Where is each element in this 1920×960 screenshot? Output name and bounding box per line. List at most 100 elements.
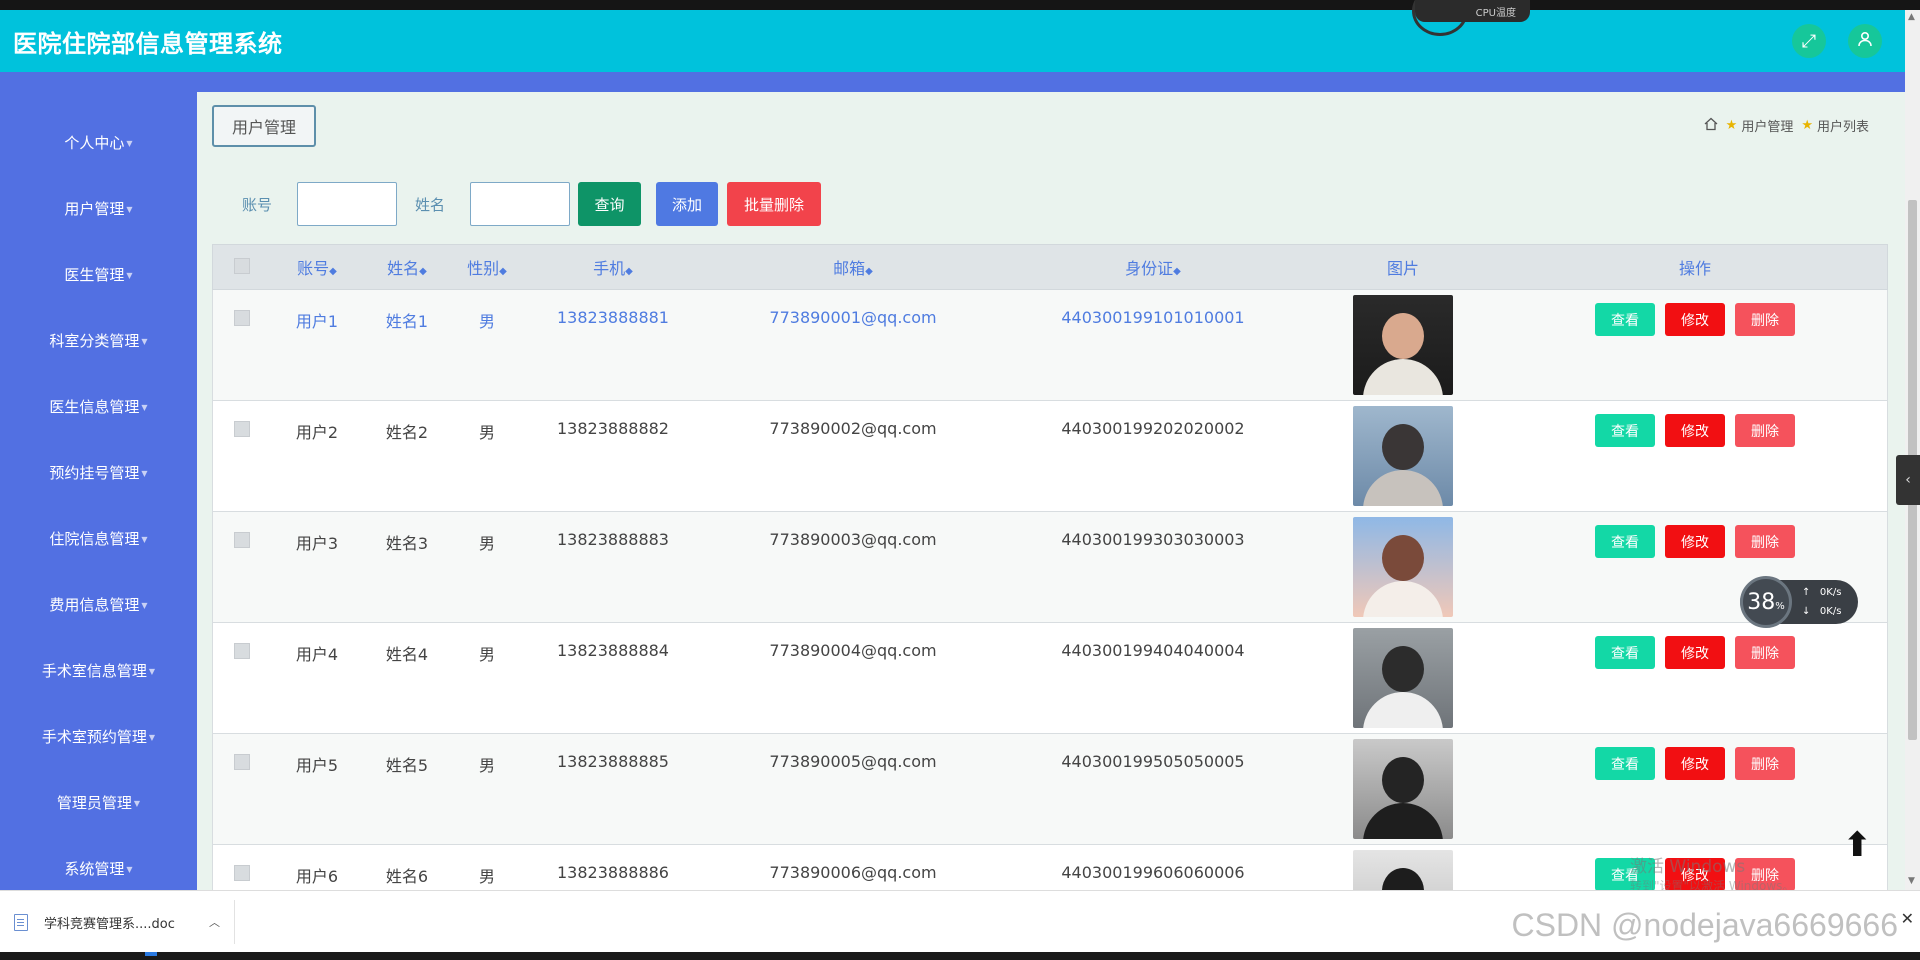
add-button[interactable]: 添加: [656, 182, 718, 226]
column-header-id-card[interactable]: 身份证◆: [1003, 255, 1303, 279]
edit-button[interactable]: 修改: [1665, 636, 1725, 669]
cell-phone: 13823888881: [557, 308, 669, 327]
view-button[interactable]: 查看: [1595, 414, 1655, 447]
column-header-account[interactable]: 账号◆: [271, 255, 363, 279]
cpu-label: CPU温度: [1475, 7, 1516, 19]
user-photo[interactable]: [1353, 850, 1453, 890]
delete-button[interactable]: 删除: [1735, 414, 1795, 447]
edit-button[interactable]: 修改: [1665, 414, 1725, 447]
cell-actions: 查看 修改 删除: [1503, 290, 1887, 336]
cell-phone: 13823888884: [557, 641, 669, 660]
home-icon[interactable]: [1704, 117, 1718, 135]
row-checkbox[interactable]: [234, 754, 250, 770]
sidebar-item[interactable]: 费用信息管理 ▼: [0, 571, 197, 637]
caret-down-icon: ▼: [141, 535, 148, 544]
scroll-up-icon[interactable]: ▲: [1908, 12, 1915, 22]
row-checkbox[interactable]: [234, 532, 250, 548]
chevron-up-icon[interactable]: ︿: [209, 914, 220, 930]
sort-icon: ◆: [419, 266, 427, 277]
cell-photo: [1303, 401, 1503, 506]
row-checkbox-cell: [213, 401, 271, 441]
batch-delete-button[interactable]: 批量删除: [727, 182, 821, 226]
name-input[interactable]: [470, 182, 570, 226]
sidebar-item[interactable]: 管理员管理 ▼: [0, 769, 197, 835]
user-photo[interactable]: [1353, 739, 1453, 839]
cell-gender: 男: [478, 756, 495, 775]
caret-down-icon: ▼: [148, 733, 156, 742]
column-header-email[interactable]: 邮箱◆: [703, 255, 1003, 279]
column-header-name[interactable]: 姓名◆: [363, 255, 451, 279]
sidebar-item[interactable]: 个人中心 ▼: [0, 109, 197, 175]
back-to-top-icon[interactable]: ⬆: [1843, 825, 1872, 865]
collapse-panel-button[interactable]: ‹: [1896, 455, 1920, 505]
delete-button[interactable]: 删除: [1735, 747, 1795, 780]
user-photo[interactable]: [1353, 628, 1453, 728]
cell-email: 773890002@qq.com: [769, 419, 937, 438]
view-button[interactable]: 查看: [1595, 525, 1655, 558]
user-photo[interactable]: [1353, 517, 1453, 617]
scroll-down-icon[interactable]: ▼: [1908, 876, 1915, 886]
account-input[interactable]: [297, 182, 397, 226]
column-header-actions: 操作: [1678, 259, 1711, 278]
close-icon[interactable]: ✕: [1901, 909, 1914, 928]
name-label: 姓名: [414, 195, 445, 214]
fullscreen-button[interactable]: ⤢: [1792, 24, 1826, 58]
sidebar-item-label: 个人中心: [64, 133, 125, 152]
sidebar-item[interactable]: 用户管理 ▼: [0, 175, 197, 241]
query-button[interactable]: 查询: [578, 182, 641, 226]
user-photo[interactable]: [1353, 406, 1453, 506]
select-all-checkbox[interactable]: [234, 258, 250, 274]
sidebar-item-label: 系统管理: [64, 859, 125, 878]
edit-button[interactable]: 修改: [1665, 303, 1725, 336]
edit-button[interactable]: 修改: [1665, 747, 1725, 780]
column-header-phone[interactable]: 手机◆: [523, 255, 703, 279]
view-button[interactable]: 查看: [1595, 747, 1655, 780]
sidebar-item-label: 费用信息管理: [49, 595, 140, 614]
download-item[interactable]: 学科竞赛管理系....doc ︿: [14, 900, 235, 944]
caret-down-icon: ▼: [141, 601, 148, 610]
user-icon: [1857, 31, 1873, 52]
chevron-left-icon: ‹: [1905, 472, 1911, 488]
sidebar-item[interactable]: 医生信息管理 ▼: [0, 373, 197, 439]
delete-button[interactable]: 删除: [1735, 303, 1795, 336]
edit-button[interactable]: 修改: [1665, 525, 1725, 558]
user-photo[interactable]: [1353, 295, 1453, 395]
download-bar: 学科竞赛管理系....doc ︿ CSDN @nodejava6669666 ✕: [0, 890, 1920, 953]
sidebar-item[interactable]: 预约挂号管理 ▼: [0, 439, 197, 505]
sidebar-item-label: 手术室信息管理: [41, 661, 147, 680]
column-header-gender[interactable]: 性别◆: [451, 255, 523, 279]
delete-button[interactable]: 删除: [1735, 525, 1795, 558]
sidebar-item[interactable]: 住院信息管理 ▼: [0, 505, 197, 571]
sidebar-item[interactable]: 手术室信息管理 ▼: [0, 637, 197, 703]
cell-name: 姓名2: [385, 423, 429, 442]
sidebar-item-label: 手术室预约管理: [41, 727, 147, 746]
windows-activation-watermark: 激活 Windows: [1630, 857, 1746, 877]
breadcrumb-item[interactable]: 用户管理: [1741, 116, 1793, 135]
app-header: 医院住院部信息管理系统 ⤢: [0, 10, 1905, 72]
cell-phone: 13823888883: [557, 530, 669, 549]
view-button[interactable]: 查看: [1595, 303, 1655, 336]
network-speed-widget: 38% ↑ 0K/s ↓ 0K/s: [1740, 576, 1858, 628]
sidebar-menu: 个人中心 ▼ 用户管理 ▼ 医生管理 ▼ 科室分类管理 ▼ 医生信息管理 ▼ 预约挂号管理 ▼ 住院信息…: [0, 92, 197, 890]
sidebar-item[interactable]: 手术室预约管理 ▼: [0, 703, 197, 769]
row-checkbox[interactable]: [234, 421, 250, 437]
sidebar-item[interactable]: 系统管理 ▼: [0, 835, 197, 890]
cell-actions: 查看 修改 删除: [1503, 623, 1887, 669]
cell-name: 姓名5: [385, 756, 429, 775]
sidebar-item[interactable]: 科室分类管理 ▼: [0, 307, 197, 373]
table-row: 用户4 姓名4 男 13823888884 773890004@qq.com 440300…: [212, 623, 1888, 734]
sidebar-item[interactable]: 医生管理 ▼: [0, 241, 197, 307]
row-checkbox[interactable]: [234, 865, 250, 881]
user-profile-button[interactable]: [1848, 24, 1882, 58]
delete-button[interactable]: 删除: [1735, 636, 1795, 669]
caret-down-icon: ▼: [126, 865, 133, 874]
row-checkbox[interactable]: [234, 310, 250, 326]
table-row: 用户1 姓名1 男 13823888881 773890001@qq.com 440300…: [212, 290, 1888, 401]
upload-speed: ↑ 0K/s: [1802, 587, 1842, 598]
row-checkbox[interactable]: [234, 643, 250, 659]
expand-icon: ⤢: [1801, 30, 1817, 52]
view-button[interactable]: 查看: [1595, 636, 1655, 669]
page-tab[interactable]: 用户管理: [212, 105, 316, 147]
table-row: 用户3 姓名3 男 13823888883 773890003@qq.com 440300…: [212, 512, 1888, 623]
sort-icon: ◆: [1173, 266, 1181, 277]
